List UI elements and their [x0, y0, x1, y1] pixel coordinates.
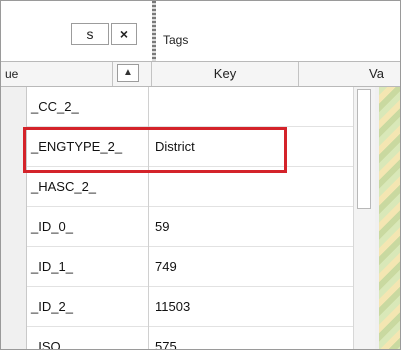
sort-up-icon[interactable]: ▲ — [117, 64, 139, 82]
row-name: _ISO_ — [31, 339, 68, 350]
table-row[interactable]: _ID_1_ 749 — [1, 247, 361, 287]
table-row[interactable]: _HASC_2_ — [1, 167, 361, 207]
table-row[interactable]: _CC_2_ — [1, 87, 361, 127]
table-header: ue ▲ Key Va — [1, 61, 400, 87]
highlight-box — [23, 127, 287, 173]
panel-toolbar — [1, 1, 400, 61]
row-gutter — [1, 87, 27, 127]
attribute-panel: s × Tags ue ▲ Key Va _CC_2_ _ENGTYPE_2_ … — [0, 0, 401, 350]
row-value: 575 — [155, 339, 177, 350]
row-gutter — [1, 167, 27, 207]
row-name: _ID_2_ — [31, 299, 73, 314]
map-preview — [379, 87, 400, 349]
key-column-header[interactable]: Key — [151, 62, 299, 86]
row-name: _HASC_2_ — [31, 179, 97, 194]
row-value: 11503 — [155, 299, 191, 314]
row-gutter — [1, 247, 27, 287]
row-name: _ID_0_ — [31, 219, 73, 234]
row-gutter — [1, 327, 27, 349]
s-button[interactable]: s — [71, 23, 109, 45]
row-value: 59 — [155, 219, 170, 234]
left-column-header[interactable]: ue — [1, 62, 113, 86]
row-value: 749 — [155, 259, 177, 274]
row-name: _CC_2_ — [31, 99, 79, 114]
row-gutter — [1, 287, 27, 327]
scrollbar-thumb[interactable] — [357, 89, 371, 209]
close-button[interactable]: × — [111, 23, 137, 45]
table-row[interactable]: _ISO_ 575 — [1, 327, 361, 350]
value-column-header[interactable]: Va — [369, 62, 384, 86]
row-name: _ID_1_ — [31, 259, 73, 274]
table-row[interactable]: _ID_2_ 11503 — [1, 287, 361, 327]
tags-label: Tags — [163, 33, 189, 47]
row-gutter — [1, 207, 27, 247]
resize-grip[interactable] — [152, 1, 156, 61]
table-row[interactable]: _ID_0_ 59 — [1, 207, 361, 247]
